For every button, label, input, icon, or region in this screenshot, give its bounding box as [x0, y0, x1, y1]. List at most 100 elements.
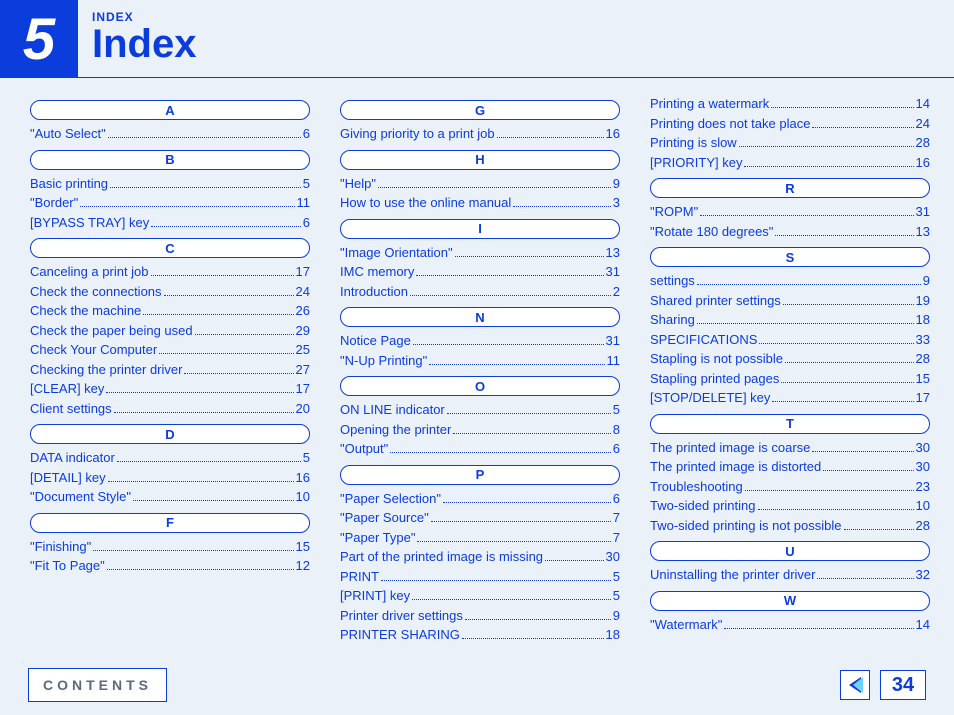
index-entry[interactable]: Opening the printer8	[340, 420, 620, 440]
index-entry[interactable]: Notice Page31	[340, 331, 620, 351]
index-entry[interactable]: "Border"11	[30, 193, 310, 213]
entry-label: SPECIFICATIONS	[650, 330, 757, 350]
index-entry[interactable]: Part of the printed image is missing30	[340, 547, 620, 567]
index-entry[interactable]: Check the machine26	[30, 301, 310, 321]
entry-label: Two-sided printing is not possible	[650, 516, 842, 536]
index-entry[interactable]: Check the paper being used29	[30, 321, 310, 341]
leader-dots	[93, 550, 293, 551]
index-entry[interactable]: PRINTER SHARING18	[340, 625, 620, 645]
entry-page: 17	[916, 388, 930, 408]
index-entry[interactable]: [STOP/DELETE] key17	[650, 388, 930, 408]
index-entry[interactable]: ON LINE indicator5	[340, 400, 620, 420]
leader-dots	[390, 452, 611, 453]
index-entry[interactable]: "Help"9	[340, 174, 620, 194]
index-entry[interactable]: [CLEAR] key17	[30, 379, 310, 399]
index-entry[interactable]: Checking the printer driver27	[30, 360, 310, 380]
index-entry[interactable]: Canceling a print job17	[30, 262, 310, 282]
index-entry[interactable]: Printing a watermark14	[650, 94, 930, 114]
index-entry[interactable]: "Fit To Page"12	[30, 556, 310, 576]
index-entry[interactable]: "Document Style"10	[30, 487, 310, 507]
index-entry[interactable]: Stapling printed pages15	[650, 369, 930, 389]
index-entry[interactable]: Client settings20	[30, 399, 310, 419]
index-entry[interactable]: Basic printing5	[30, 174, 310, 194]
index-entry[interactable]: Giving priority to a print job16	[340, 124, 620, 144]
index-entry[interactable]: Introduction2	[340, 282, 620, 302]
index-entry[interactable]: "N-Up Printing"11	[340, 351, 620, 371]
index-entry[interactable]: "Paper Type"7	[340, 528, 620, 548]
index-entry[interactable]: settings9	[650, 271, 930, 291]
leader-dots	[812, 451, 913, 452]
index-entry[interactable]: Printer driver settings9	[340, 606, 620, 626]
index-entry[interactable]: Troubleshooting23	[650, 477, 930, 497]
entry-page: 3	[613, 193, 620, 213]
index-entry[interactable]: [PRIORITY] key16	[650, 153, 930, 173]
index-entry[interactable]: [PRINT] key5	[340, 586, 620, 606]
entry-label: Uninstalling the printer driver	[650, 565, 815, 585]
index-entry[interactable]: Stapling is not possible28	[650, 349, 930, 369]
entry-label: IMC memory	[340, 262, 414, 282]
entry-page: 7	[613, 508, 620, 528]
entry-page: 30	[916, 438, 930, 458]
index-entry[interactable]: [DETAIL] key16	[30, 468, 310, 488]
leader-dots	[443, 502, 611, 503]
index-entry[interactable]: Sharing18	[650, 310, 930, 330]
entry-label: Shared printer settings	[650, 291, 781, 311]
entry-page: 6	[303, 124, 310, 144]
entry-label: Printing a watermark	[650, 94, 769, 114]
index-entry[interactable]: The printed image is coarse30	[650, 438, 930, 458]
leader-dots	[453, 433, 610, 434]
entry-page: 13	[916, 222, 930, 242]
prev-page-button[interactable]	[840, 670, 870, 700]
index-entry[interactable]: Shared printer settings19	[650, 291, 930, 311]
index-entry[interactable]: Check Your Computer 25	[30, 340, 310, 360]
entry-label: Check Your Computer	[30, 340, 157, 360]
index-entry[interactable]: DATA indicator5	[30, 448, 310, 468]
index-entry[interactable]: Two-sided printing is not possible28	[650, 516, 930, 536]
leader-dots	[545, 560, 603, 561]
index-entry[interactable]: [BYPASS TRAY] key6	[30, 213, 310, 233]
entry-page: 33	[916, 330, 930, 350]
index-entry[interactable]: "Auto Select"6	[30, 124, 310, 144]
index-entry[interactable]: "Paper Selection"6	[340, 489, 620, 509]
index-entry[interactable]: "Watermark"14	[650, 615, 930, 635]
entry-label: Printer driver settings	[340, 606, 463, 626]
contents-button[interactable]: CONTENTS	[28, 668, 167, 702]
index-entry[interactable]: How to use the online manual3	[340, 193, 620, 213]
index-entry[interactable]: Printing is slow28	[650, 133, 930, 153]
index-entry[interactable]: "Output"6	[340, 439, 620, 459]
entry-label: Check the connections	[30, 282, 162, 302]
leader-dots	[739, 146, 914, 147]
leader-dots	[80, 206, 294, 207]
entry-page: 11	[607, 351, 621, 371]
index-entry[interactable]: PRINT5	[340, 567, 620, 587]
index-entry[interactable]: Two-sided printing10	[650, 496, 930, 516]
entry-page: 9	[613, 174, 620, 194]
index-entry[interactable]: "ROPM"31	[650, 202, 930, 222]
entry-page: 30	[916, 457, 930, 477]
entry-label: Opening the printer	[340, 420, 451, 440]
index-entry[interactable]: "Paper Source"7	[340, 508, 620, 528]
index-entry[interactable]: "Rotate 180 degrees"13	[650, 222, 930, 242]
entry-label: Giving priority to a print job	[340, 124, 495, 144]
leader-dots	[133, 500, 294, 501]
index-entry[interactable]: "Image Orientation"13	[340, 243, 620, 263]
index-entry[interactable]: Printing does not take place24	[650, 114, 930, 134]
entry-page: 25	[296, 340, 310, 360]
leader-dots	[745, 490, 914, 491]
header: 5 INDEX Index	[0, 0, 954, 78]
index-entry[interactable]: Check the connections24	[30, 282, 310, 302]
index-entry[interactable]: The printed image is distorted30	[650, 457, 930, 477]
entry-label: Client settings	[30, 399, 112, 419]
entry-label: Printing is slow	[650, 133, 737, 153]
entry-page: 5	[303, 174, 310, 194]
entry-page: 5	[613, 586, 620, 606]
entry-label: Canceling a print job	[30, 262, 149, 282]
index-entry[interactable]: Uninstalling the printer driver32	[650, 565, 930, 585]
index-entry[interactable]: IMC memory31	[340, 262, 620, 282]
leader-dots	[783, 304, 914, 305]
entry-page: 6	[303, 213, 310, 233]
entry-page: 30	[606, 547, 620, 567]
leader-dots	[772, 401, 913, 402]
index-entry[interactable]: "Finishing"15	[30, 537, 310, 557]
index-entry[interactable]: SPECIFICATIONS 33	[650, 330, 930, 350]
